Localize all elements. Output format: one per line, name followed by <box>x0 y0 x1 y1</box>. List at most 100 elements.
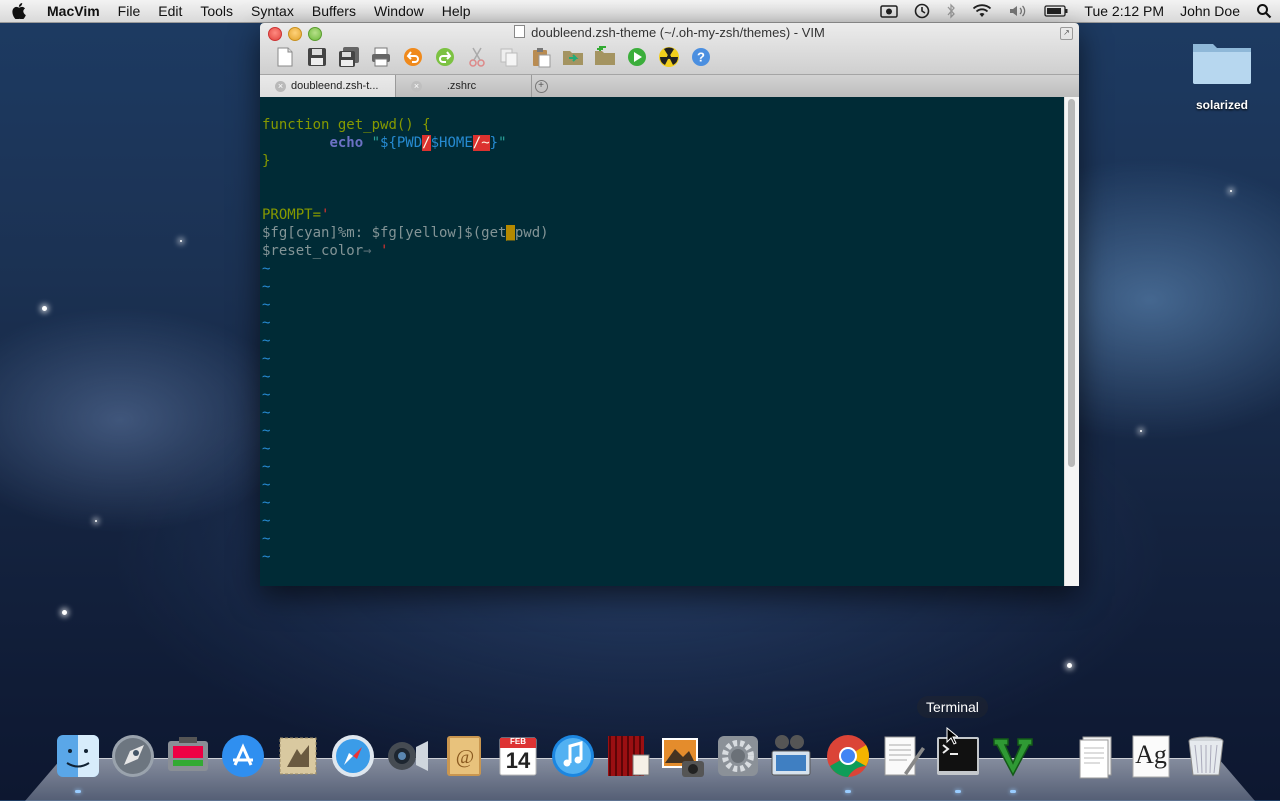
dock-facetime[interactable] <box>384 732 432 780</box>
screen-record-icon[interactable] <box>872 4 906 18</box>
code-line: $fg[cyan]%m: $fg[yellow]$(get_pwd) <box>262 225 549 241</box>
plus-icon: + <box>534 79 548 93</box>
star <box>180 240 182 242</box>
empty-line-tilde: ~ <box>262 513 271 529</box>
calendar-day-label: 14 <box>505 748 531 773</box>
desktop-folder-solarized[interactable]: solarized <box>1182 36 1262 112</box>
vim-icon <box>993 738 1033 777</box>
app-store-icon <box>222 735 264 777</box>
dock-launchpad[interactable] <box>109 732 157 780</box>
empty-line-tilde: ~ <box>262 495 271 511</box>
running-indicator <box>1010 790 1016 793</box>
dock-terminal[interactable] <box>934 732 982 780</box>
dock-app-store[interactable] <box>219 732 267 780</box>
dock-itunes[interactable] <box>549 732 597 780</box>
dock-font-book[interactable]: Ag <box>1127 732 1175 780</box>
empty-line-tilde: ~ <box>262 459 271 475</box>
help-icon[interactable]: ? <box>688 45 714 69</box>
menu-help[interactable]: Help <box>433 0 480 22</box>
vertical-scrollbar[interactable] <box>1064 97 1079 586</box>
add-tab-button[interactable]: + <box>532 75 550 97</box>
menu-user[interactable]: John Doe <box>1172 0 1248 22</box>
tab-zshrc[interactable]: × .zshrc <box>396 75 532 97</box>
svg-text:@: @ <box>456 746 474 768</box>
menu-edit[interactable]: Edit <box>149 0 191 22</box>
svg-text:?: ? <box>697 50 705 65</box>
empty-line-tilde: ~ <box>262 351 271 367</box>
print-icon[interactable] <box>368 45 394 69</box>
time-machine-icon[interactable] <box>906 3 938 19</box>
editor-text-area[interactable]: function get_pwd() { echo "${PWD/$HOME/~… <box>260 97 1065 586</box>
battery-icon[interactable] <box>1036 5 1076 17</box>
scrollbar-thumb[interactable] <box>1068 99 1075 467</box>
redo-icon[interactable] <box>432 45 458 69</box>
iphoto-icon <box>662 738 704 777</box>
wifi-icon[interactable] <box>964 4 1000 18</box>
close-tab-icon[interactable]: × <box>275 80 286 92</box>
itunes-music-icon <box>552 735 594 777</box>
dock-ical[interactable]: FEB 14 <box>494 732 542 780</box>
save-session-icon[interactable] <box>592 45 618 69</box>
dock-photo-booth[interactable] <box>604 732 652 780</box>
volume-icon[interactable] <box>1000 4 1036 18</box>
paste-icon[interactable] <box>528 45 554 69</box>
chrome-icon <box>827 735 870 777</box>
menu-tools[interactable]: Tools <box>191 0 242 22</box>
code-line: PROMPT=' <box>262 207 330 223</box>
empty-line-tilde: ~ <box>262 405 271 421</box>
dock-safari[interactable] <box>329 732 377 780</box>
save-icon[interactable] <box>304 45 330 69</box>
dock-mail[interactable] <box>274 732 322 780</box>
window-titlebar[interactable]: doubleend.zsh-theme (~/.oh-my-zsh/themes… <box>260 23 1079 74</box>
empty-line-tilde: ~ <box>262 441 271 457</box>
gear-icon <box>718 736 758 776</box>
cut-icon[interactable] <box>464 45 490 69</box>
spotlight-search-icon[interactable] <box>1248 3 1280 19</box>
dock-macvim[interactable] <box>989 732 1037 780</box>
bluetooth-icon[interactable] <box>938 3 964 19</box>
load-session-icon[interactable] <box>560 45 586 69</box>
dock-image-capture[interactable] <box>164 732 212 780</box>
undo-icon[interactable] <box>400 45 426 69</box>
empty-line-tilde: ~ <box>262 297 271 313</box>
run-make-icon[interactable] <box>624 45 650 69</box>
folder-icon <box>1191 36 1253 86</box>
folder-label: solarized <box>1195 98 1249 112</box>
toolbar: ? <box>272 45 720 69</box>
dock-trash[interactable] <box>1182 732 1230 780</box>
safari-compass-icon <box>332 735 374 777</box>
menu-window[interactable]: Window <box>365 0 433 22</box>
launchpad-rocket-icon <box>112 735 154 777</box>
dock-system-preferences[interactable] <box>714 732 762 780</box>
save-all-icon[interactable] <box>336 45 362 69</box>
dock-document[interactable] <box>1072 732 1120 780</box>
menu-file[interactable]: File <box>109 0 150 22</box>
open-file-icon[interactable] <box>272 45 298 69</box>
empty-line-tilde: ~ <box>262 333 271 349</box>
running-indicator <box>75 790 81 793</box>
fullscreen-icon[interactable]: ↗ <box>1060 27 1073 40</box>
menu-app-name[interactable]: MacVim <box>38 0 109 22</box>
dock-finder[interactable] <box>54 732 102 780</box>
menu-clock[interactable]: Tue 2:12 PM <box>1076 0 1172 22</box>
close-tab-icon[interactable]: × <box>411 80 422 92</box>
dock-imovie[interactable] <box>769 732 817 780</box>
dock-textedit[interactable] <box>879 732 927 780</box>
document-stack-icon <box>1079 736 1112 779</box>
star <box>1140 430 1142 432</box>
image-capture-icon <box>168 737 208 771</box>
dock-iphoto[interactable] <box>659 732 707 780</box>
dock-chrome[interactable] <box>824 732 872 780</box>
dock-address-book[interactable]: @ <box>439 732 487 780</box>
menu-syntax[interactable]: Syntax <box>242 0 303 22</box>
menu-buffers[interactable]: Buffers <box>303 0 365 22</box>
calendar-month-label: FEB <box>510 737 526 746</box>
run-ctags-icon[interactable] <box>656 45 682 69</box>
empty-line-tilde: ~ <box>262 423 271 439</box>
tab-doubleend-theme[interactable]: × doubleend.zsh-t... <box>260 75 396 97</box>
apple-menu[interactable] <box>0 3 38 19</box>
document-icon <box>514 25 526 38</box>
empty-line-tilde: ~ <box>262 261 271 277</box>
copy-icon[interactable] <box>496 45 522 69</box>
mail-stamp-icon <box>279 737 317 775</box>
